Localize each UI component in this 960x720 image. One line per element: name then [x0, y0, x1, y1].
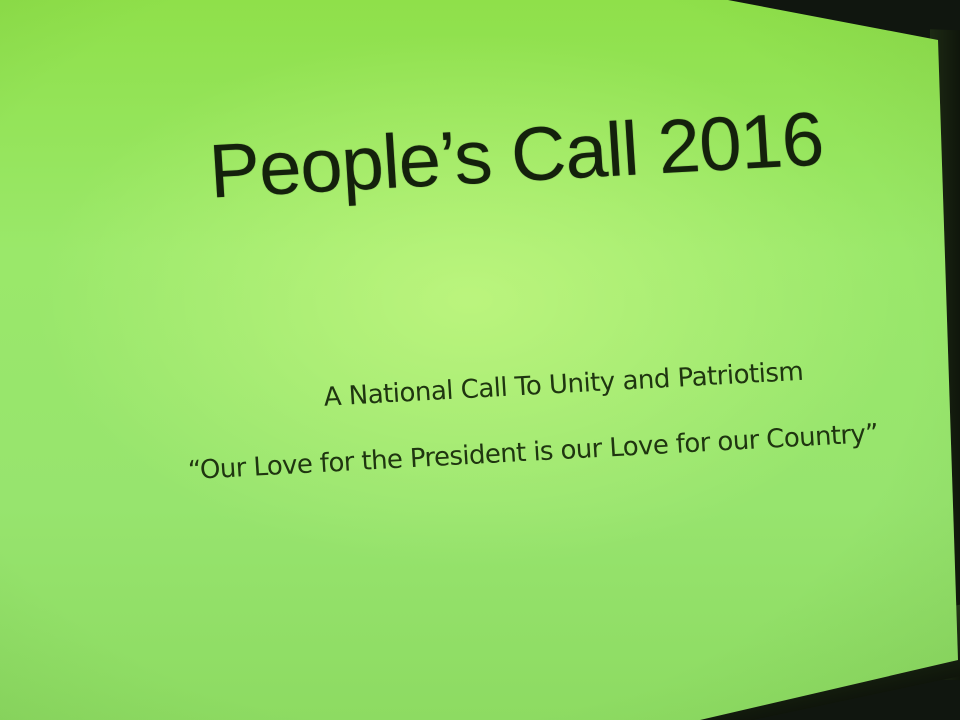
slide-quote: “Our Love for the President is our Love … — [187, 418, 880, 487]
photo-scene: People’s Call 2016 A National Call To Un… — [0, 0, 960, 720]
slide-subtitle: A National Call To Unity and Patriotism — [322, 356, 805, 413]
slide-title: People’s Call 2016 — [206, 96, 826, 215]
slide-content: People’s Call 2016 A National Call To Un… — [0, 0, 960, 720]
